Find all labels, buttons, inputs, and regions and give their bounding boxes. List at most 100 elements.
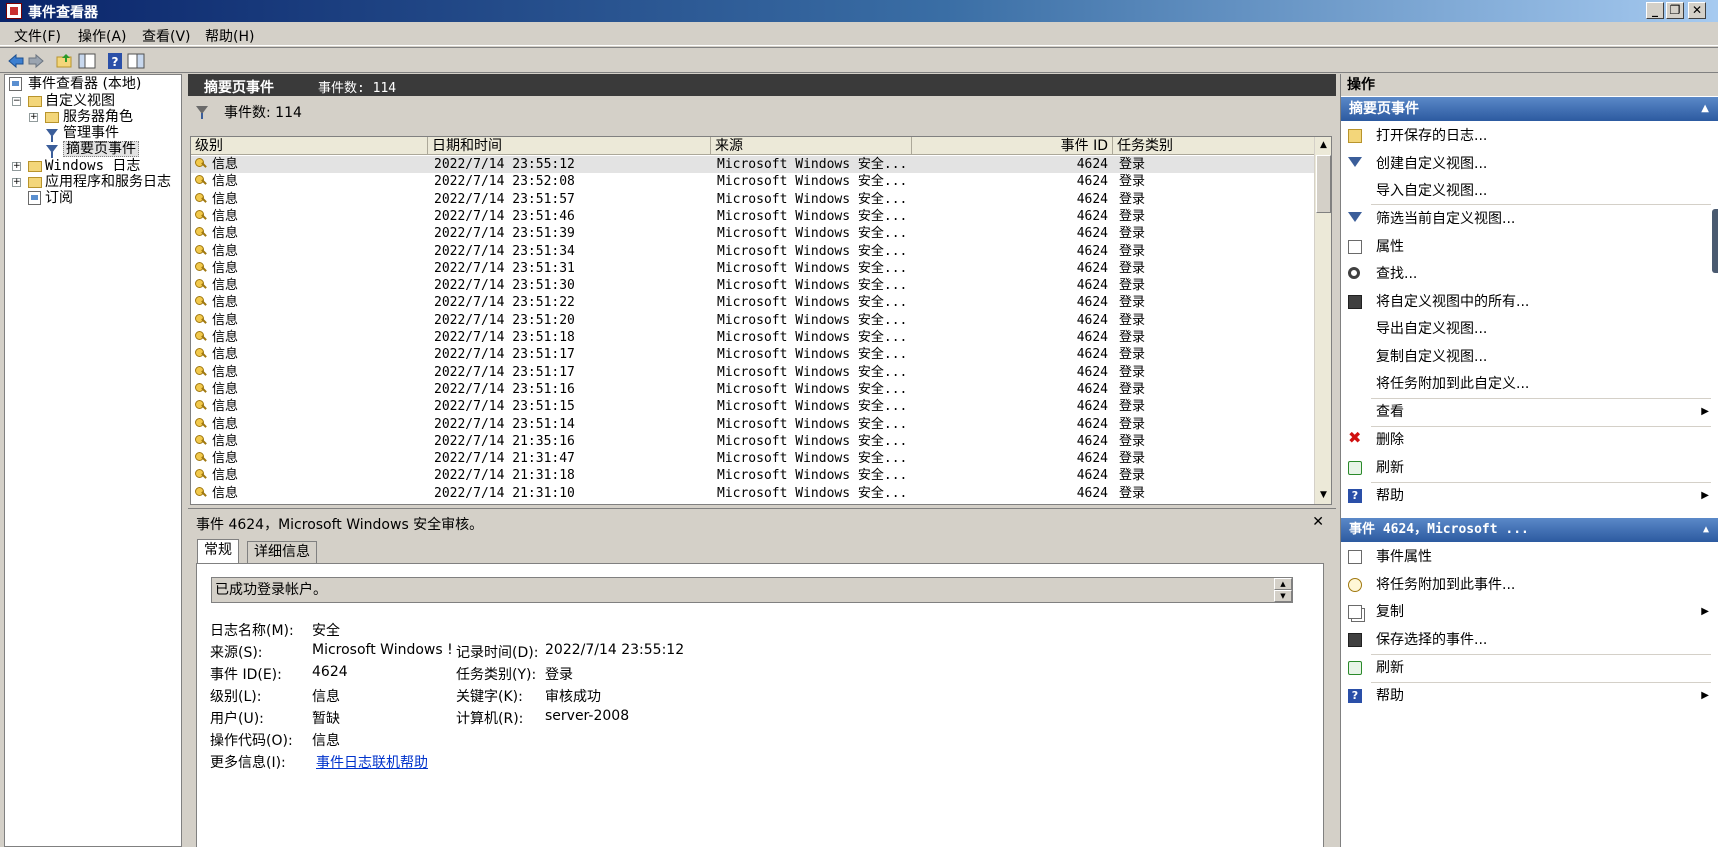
action-delete[interactable]: ✖ 删除 <box>1341 427 1718 453</box>
scroll-down-arrow-icon[interactable]: ▼ <box>1315 487 1331 504</box>
column-header-source[interactable]: 来源 <box>711 137 912 155</box>
action-copy[interactable]: 复制 ▶ <box>1341 599 1718 625</box>
key-info-icon <box>195 417 207 430</box>
close-window-button[interactable]: ✕ <box>1688 2 1706 19</box>
scroll-thumb[interactable] <box>1316 155 1331 213</box>
cell-event-id: 4624 <box>1076 330 1108 345</box>
action-help-event[interactable]: ? 帮助 ▶ <box>1341 683 1718 709</box>
close-icon[interactable]: ✕ <box>1312 514 1324 530</box>
expand-icon[interactable]: + <box>29 113 38 122</box>
key-info-icon <box>195 452 207 464</box>
filter-icon <box>46 145 58 158</box>
table-row[interactable]: 信息 2022/7/14 23:55:12 Microsoft Windows 安全… <box>191 156 1315 174</box>
collapse-icon[interactable]: − <box>12 97 21 106</box>
tab-details[interactable]: 详细信息 <box>247 541 317 563</box>
expand-icon[interactable]: + <box>12 178 21 187</box>
side-gadget-tab[interactable] <box>1712 209 1718 273</box>
table-row[interactable]: 信息 2022/7/14 21:35:16 Microsoft Windows 安全… <box>191 433 1315 450</box>
up-folder-icon[interactable] <box>56 52 74 70</box>
cell-task-category: 登录 <box>1119 243 1146 259</box>
table-row[interactable]: 信息 2022/7/14 21:31:47 Microsoft Windows 安全… <box>191 450 1315 467</box>
actions-pane-title: 操作 <box>1341 74 1718 96</box>
action-attach-task-to-view[interactable]: 将任务附加到此自定义... <box>1341 371 1718 397</box>
column-header-level[interactable]: 级别 <box>191 137 428 155</box>
table-row[interactable]: 信息 2022/7/14 21:31:18 Microsoft Windows 安全… <box>191 467 1315 484</box>
actions-section-summary-events[interactable]: 摘要页事件 ▲ <box>1341 97 1718 121</box>
table-row[interactable]: 信息 2022/7/14 23:51:15 Microsoft Windows 安全… <box>191 398 1315 415</box>
action-attach-task-to-event[interactable]: 将任务附加到此事件... <box>1341 572 1718 598</box>
show-hide-action-pane-icon[interactable] <box>127 52 145 70</box>
level-value: 信息 <box>312 689 340 705</box>
action-copy-custom-view[interactable]: 复制自定义视图... <box>1341 344 1718 370</box>
action-create-custom-view[interactable]: 创建自定义视图... <box>1341 151 1718 177</box>
cell-level: 信息 <box>212 330 239 345</box>
forward-arrow-icon[interactable] <box>27 52 45 70</box>
action-label: 将任务附加到此事件... <box>1376 577 1516 593</box>
action-label: 复制 <box>1376 604 1404 620</box>
action-import-custom-view[interactable]: 导入自定义视图... <box>1341 178 1718 204</box>
action-find[interactable]: 查找... <box>1341 261 1718 287</box>
cell-task-category: 登录 <box>1119 295 1146 311</box>
table-row[interactable]: 信息 2022/7/14 23:51:17 Microsoft Windows 安全… <box>191 346 1315 363</box>
menu-help[interactable]: 帮助(H) <box>205 26 254 46</box>
menu-action[interactable]: 操作(A) <box>78 26 127 46</box>
column-header-datetime[interactable]: 日期和时间 <box>428 137 711 155</box>
action-filter-current-view[interactable]: 筛选当前自定义视图... <box>1341 206 1718 232</box>
collapse-arrow-icon[interactable]: ▲ <box>1703 518 1709 542</box>
action-help[interactable]: ? 帮助 ▶ <box>1341 483 1718 509</box>
spin-down-icon[interactable]: ▼ <box>1274 590 1292 602</box>
table-row[interactable]: 信息 2022/7/14 23:51:57 Microsoft Windows 安全… <box>191 191 1315 208</box>
table-row[interactable]: 信息 2022/7/14 23:51:31 Microsoft Windows 安全… <box>191 260 1315 277</box>
action-properties[interactable]: 属性 <box>1341 234 1718 260</box>
column-header-event-id[interactable]: 事件 ID <box>912 137 1113 155</box>
action-refresh-event[interactable]: 刷新 <box>1341 655 1718 681</box>
table-row[interactable]: 信息 2022/7/14 23:51:17 Microsoft Windows 安全… <box>191 364 1315 381</box>
restore-button[interactable]: ❐ <box>1666 2 1684 19</box>
table-row[interactable]: 信息 2022/7/14 23:51:16 Microsoft Windows 安全… <box>191 381 1315 398</box>
action-view[interactable]: 查看 ▶ <box>1341 399 1718 425</box>
action-save-selected-events[interactable]: 保存选择的事件... <box>1341 627 1718 653</box>
table-row[interactable]: 信息 2022/7/14 23:51:46 Microsoft Windows 安全… <box>191 208 1315 225</box>
action-export-custom-view[interactable]: 导出自定义视图... <box>1341 316 1718 342</box>
action-save-all-events[interactable]: 将自定义视图中的所有... <box>1341 289 1718 315</box>
column-header-task-category[interactable]: 任务类别 <box>1113 137 1315 155</box>
table-row[interactable]: 信息 2022/7/14 23:51:30 Microsoft Windows 安全… <box>191 277 1315 294</box>
action-refresh[interactable]: 刷新 <box>1341 455 1718 481</box>
help-icon[interactable]: ? <box>106 52 124 70</box>
key-info-icon <box>195 227 207 239</box>
minimize-button[interactable]: _ <box>1646 2 1664 19</box>
cell-event-id: 4624 <box>1076 347 1108 363</box>
navigation-tree: 事件查看器 (本地) − 自定义视图 + 服务器角色 管理事件 摘要页事件 + … <box>4 74 182 847</box>
online-help-link[interactable]: 事件日志联机帮助 <box>316 752 428 772</box>
cell-level: 信息 <box>212 174 239 190</box>
action-open-saved-log[interactable]: 打开保存的日志... <box>1341 123 1718 149</box>
table-row[interactable]: 信息 2022/7/14 23:51:22 Microsoft Windows 安全… <box>191 294 1315 311</box>
logged-label: 记录时间(D): <box>456 645 539 661</box>
tab-general[interactable]: 常规 <box>197 539 239 564</box>
table-row[interactable]: 信息 2022/7/14 21:31:10 Microsoft Windows 安全… <box>191 485 1315 502</box>
cell-source: Microsoft Windows 安全... <box>717 191 908 207</box>
table-row[interactable]: 信息 2022/7/14 23:51:20 Microsoft Windows 安全… <box>191 312 1315 329</box>
event-list-scrollbar[interactable]: ▲ ▼ <box>1314 137 1331 504</box>
table-row[interactable]: 信息 2022/7/14 23:51:18 Microsoft Windows 安全… <box>191 329 1315 346</box>
table-row[interactable]: 信息 2022/7/14 23:51:34 Microsoft Windows 安全… <box>191 243 1315 260</box>
expand-icon[interactable]: + <box>12 162 21 171</box>
actions-section-event[interactable]: 事件 4624，Microsoft ... ▲ <box>1341 518 1718 542</box>
collapse-arrow-icon[interactable]: ▲ <box>1701 97 1709 121</box>
show-hide-tree-icon[interactable] <box>78 52 96 70</box>
spin-up-icon[interactable]: ▲ <box>1274 578 1292 590</box>
scroll-up-arrow-icon[interactable]: ▲ <box>1315 137 1331 154</box>
table-row[interactable]: 信息 2022/7/14 23:51:14 Microsoft Windows 安全… <box>191 416 1315 433</box>
table-row[interactable]: 信息 2022/7/14 23:51:39 Microsoft Windows 安全… <box>191 225 1315 242</box>
submenu-arrow-icon: ▶ <box>1701 406 1709 417</box>
back-arrow-icon[interactable] <box>7 52 25 70</box>
action-event-properties[interactable]: 事件属性 <box>1341 544 1718 570</box>
separator <box>1371 204 1711 205</box>
menu-file[interactable]: 文件(F) <box>14 26 61 46</box>
folder-icon <box>45 112 59 123</box>
menu-view[interactable]: 查看(V) <box>142 26 191 46</box>
key-info-icon <box>195 382 207 395</box>
table-row[interactable]: 信息 2022/7/14 23:52:08 Microsoft Windows 安全… <box>191 173 1315 190</box>
event-id-value: 4624 <box>312 664 348 680</box>
cell-level: 信息 <box>212 416 239 432</box>
